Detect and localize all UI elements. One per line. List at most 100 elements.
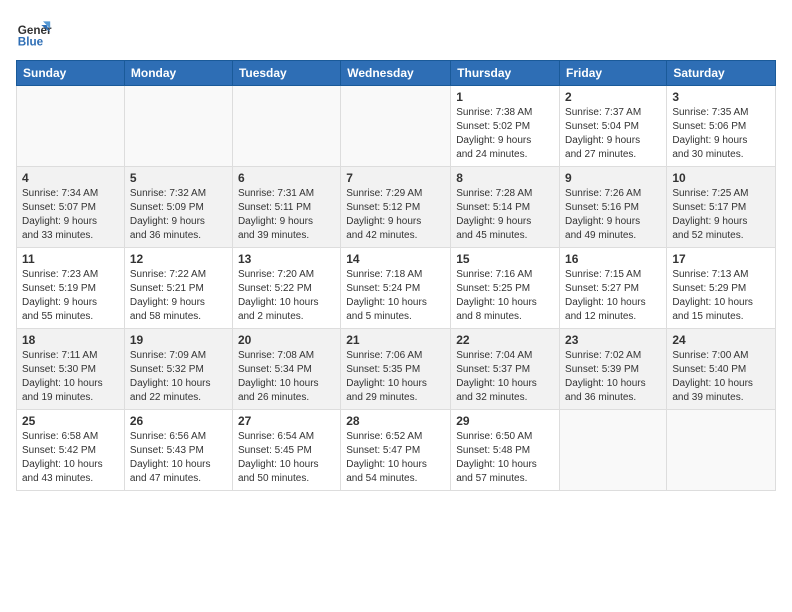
calendar-week-3: 11 Sunrise: 7:23 AM Sunset: 5:19 PM Dayli… bbox=[17, 248, 776, 329]
day-info: Sunrise: 7:28 AM Sunset: 5:14 PM Dayligh… bbox=[456, 187, 554, 243]
day-info: Sunrise: 7:16 AM Sunset: 5:25 PM Dayligh… bbox=[456, 268, 554, 324]
calendar-day-7: 7Sunrise: 7:29 AM Sunset: 5:12 PM Daylig… bbox=[341, 167, 451, 248]
day-info: Sunrise: 7:08 AM Sunset: 5:34 PM Dayligh… bbox=[238, 349, 335, 405]
calendar-day-2: 2Sunrise: 7:37 AM Sunset: 5:04 PM Daylig… bbox=[560, 86, 667, 167]
calendar-day-28: 28 Sunrise: 6:52 AM Sunset: 5:47 PM Dayli… bbox=[341, 410, 451, 491]
calendar-day-3: 3 Sunrise: 7:35 AM Sunset: 5:06 PM Daylig… bbox=[667, 86, 776, 167]
day-number: 19 bbox=[130, 333, 227, 347]
day-info: Sunrise: 6:56 AM Sunset: 5:43 PM Dayligh… bbox=[130, 430, 227, 486]
day-info: Sunrise: 7:02 AM Sunset: 5:39 PM Dayligh… bbox=[565, 349, 661, 405]
calendar-day-21: 21 Sunrise: 7:06 AM Sunset: 5:35 PM Dayli… bbox=[341, 329, 451, 410]
day-number: 25 bbox=[22, 414, 119, 428]
day-number: 14 bbox=[346, 252, 445, 266]
calendar-day-10: 10Sunrise: 7:25 AM Sunset: 5:17 PM Dayli… bbox=[667, 167, 776, 248]
calendar-day-24: 24 Sunrise: 7:00 AM Sunset: 5:40 PM Dayli… bbox=[667, 329, 776, 410]
day-info: Sunrise: 6:54 AM Sunset: 5:45 PM Dayligh… bbox=[238, 430, 335, 486]
day-number: 21 bbox=[346, 333, 445, 347]
day-info: Sunrise: 7:15 AM Sunset: 5:27 PM Dayligh… bbox=[565, 268, 661, 324]
day-header-wednesday: Wednesday bbox=[341, 61, 451, 86]
day-number: 4 bbox=[22, 171, 119, 185]
logo: General Blue bbox=[16, 16, 52, 52]
day-header-tuesday: Tuesday bbox=[232, 61, 340, 86]
calendar-week-1: 1 Sunrise: 7:38 AM Sunset: 5:02 PM Daylig… bbox=[17, 86, 776, 167]
day-number: 11 bbox=[22, 252, 119, 266]
day-number: 29 bbox=[456, 414, 554, 428]
calendar-week-2: 4 Sunrise: 7:34 AM Sunset: 5:07 PM Daylig… bbox=[17, 167, 776, 248]
day-info: Sunrise: 7:37 AM Sunset: 5:04 PM Dayligh… bbox=[565, 106, 661, 162]
calendar-day-8: 8 Sunrise: 7:28 AM Sunset: 5:14 PM Daylig… bbox=[451, 167, 560, 248]
svg-text:Blue: Blue bbox=[18, 36, 44, 49]
day-info: Sunrise: 7:23 AM Sunset: 5:19 PM Dayligh… bbox=[22, 268, 119, 324]
day-number: 22 bbox=[456, 333, 554, 347]
calendar-day-6: 6Sunrise: 7:31 AM Sunset: 5:11 PM Daylig… bbox=[232, 167, 340, 248]
day-number: 8 bbox=[456, 171, 554, 185]
day-info: Sunrise: 6:52 AM Sunset: 5:47 PM Dayligh… bbox=[346, 430, 445, 486]
calendar-day-18: 18 Sunrise: 7:11 AM Sunset: 5:30 PM Dayli… bbox=[17, 329, 125, 410]
calendar-day-17: 17 Sunrise: 7:13 AM Sunset: 5:29 PM Dayli… bbox=[667, 248, 776, 329]
calendar-day-23: 23 Sunrise: 7:02 AM Sunset: 5:39 PM Dayli… bbox=[560, 329, 667, 410]
day-number: 26 bbox=[130, 414, 227, 428]
day-header-sunday: Sunday bbox=[17, 61, 125, 86]
calendar-day-9: 9 Sunrise: 7:26 AM Sunset: 5:16 PM Daylig… bbox=[560, 167, 667, 248]
day-info: Sunrise: 7:35 AM Sunset: 5:06 PM Dayligh… bbox=[672, 106, 770, 162]
day-header-monday: Monday bbox=[124, 61, 232, 86]
calendar-empty bbox=[232, 86, 340, 167]
day-number: 17 bbox=[672, 252, 770, 266]
calendar-day-26: 26 Sunrise: 6:56 AM Sunset: 5:43 PM Dayli… bbox=[124, 410, 232, 491]
calendar-empty bbox=[560, 410, 667, 491]
day-number: 20 bbox=[238, 333, 335, 347]
day-header-saturday: Saturday bbox=[667, 61, 776, 86]
day-number: 15 bbox=[456, 252, 554, 266]
day-info: Sunrise: 7:04 AM Sunset: 5:37 PM Dayligh… bbox=[456, 349, 554, 405]
calendar-day-19: 19 Sunrise: 7:09 AM Sunset: 5:32 PM Dayli… bbox=[124, 329, 232, 410]
day-number: 13 bbox=[238, 252, 335, 266]
calendar-table: SundayMondayTuesdayWednesdayThursdayFrid… bbox=[16, 60, 776, 491]
day-number: 7 bbox=[346, 171, 445, 185]
calendar-week-5: 25 Sunrise: 6:58 AM Sunset: 5:42 PM Dayli… bbox=[17, 410, 776, 491]
calendar-day-22: 22 Sunrise: 7:04 AM Sunset: 5:37 PM Dayli… bbox=[451, 329, 560, 410]
logo-icon: General Blue bbox=[16, 16, 52, 52]
day-info: Sunrise: 7:18 AM Sunset: 5:24 PM Dayligh… bbox=[346, 268, 445, 324]
calendar-day-14: 14 Sunrise: 7:18 AM Sunset: 5:24 PM Dayli… bbox=[341, 248, 451, 329]
calendar-empty bbox=[124, 86, 232, 167]
day-info: Sunrise: 7:09 AM Sunset: 5:32 PM Dayligh… bbox=[130, 349, 227, 405]
calendar-empty bbox=[341, 86, 451, 167]
day-number: 16 bbox=[565, 252, 661, 266]
calendar-day-11: 11 Sunrise: 7:23 AM Sunset: 5:19 PM Dayli… bbox=[17, 248, 125, 329]
day-info: Sunrise: 7:34 AM Sunset: 5:07 PM Dayligh… bbox=[22, 187, 119, 243]
day-info: Sunrise: 7:11 AM Sunset: 5:30 PM Dayligh… bbox=[22, 349, 119, 405]
day-info: Sunrise: 7:26 AM Sunset: 5:16 PM Dayligh… bbox=[565, 187, 661, 243]
day-number: 27 bbox=[238, 414, 335, 428]
calendar-day-29: 29Sunrise: 6:50 AM Sunset: 5:48 PM Dayli… bbox=[451, 410, 560, 491]
calendar-day-5: 5 Sunrise: 7:32 AM Sunset: 5:09 PM Daylig… bbox=[124, 167, 232, 248]
calendar-header-row: SundayMondayTuesdayWednesdayThursdayFrid… bbox=[17, 61, 776, 86]
day-number: 3 bbox=[672, 90, 770, 104]
day-info: Sunrise: 7:20 AM Sunset: 5:22 PM Dayligh… bbox=[238, 268, 335, 324]
calendar-day-16: 16 Sunrise: 7:15 AM Sunset: 5:27 PM Dayli… bbox=[560, 248, 667, 329]
day-number: 23 bbox=[565, 333, 661, 347]
day-number: 1 bbox=[456, 90, 554, 104]
calendar-day-13: 13 Sunrise: 7:20 AM Sunset: 5:22 PM Dayli… bbox=[232, 248, 340, 329]
day-header-friday: Friday bbox=[560, 61, 667, 86]
calendar-day-4: 4 Sunrise: 7:34 AM Sunset: 5:07 PM Daylig… bbox=[17, 167, 125, 248]
calendar-empty bbox=[667, 410, 776, 491]
day-info: Sunrise: 7:00 AM Sunset: 5:40 PM Dayligh… bbox=[672, 349, 770, 405]
day-info: Sunrise: 7:32 AM Sunset: 5:09 PM Dayligh… bbox=[130, 187, 227, 243]
calendar-day-15: 15 Sunrise: 7:16 AM Sunset: 5:25 PM Dayli… bbox=[451, 248, 560, 329]
day-number: 18 bbox=[22, 333, 119, 347]
day-header-thursday: Thursday bbox=[451, 61, 560, 86]
day-number: 24 bbox=[672, 333, 770, 347]
day-number: 5 bbox=[130, 171, 227, 185]
calendar-day-27: 27 Sunrise: 6:54 AM Sunset: 5:45 PM Dayli… bbox=[232, 410, 340, 491]
day-info: Sunrise: 7:38 AM Sunset: 5:02 PM Dayligh… bbox=[456, 106, 554, 162]
day-number: 9 bbox=[565, 171, 661, 185]
calendar-week-4: 18 Sunrise: 7:11 AM Sunset: 5:30 PM Dayli… bbox=[17, 329, 776, 410]
calendar-body: 1 Sunrise: 7:38 AM Sunset: 5:02 PM Daylig… bbox=[17, 86, 776, 491]
day-info: Sunrise: 7:06 AM Sunset: 5:35 PM Dayligh… bbox=[346, 349, 445, 405]
day-number: 28 bbox=[346, 414, 445, 428]
day-info: Sunrise: 7:25 AM Sunset: 5:17 PM Dayligh… bbox=[672, 187, 770, 243]
day-info: Sunrise: 6:58 AM Sunset: 5:42 PM Dayligh… bbox=[22, 430, 119, 486]
day-info: Sunrise: 7:13 AM Sunset: 5:29 PM Dayligh… bbox=[672, 268, 770, 324]
page-header: General Blue bbox=[16, 16, 776, 52]
day-info: Sunrise: 7:31 AM Sunset: 5:11 PM Dayligh… bbox=[238, 187, 335, 243]
